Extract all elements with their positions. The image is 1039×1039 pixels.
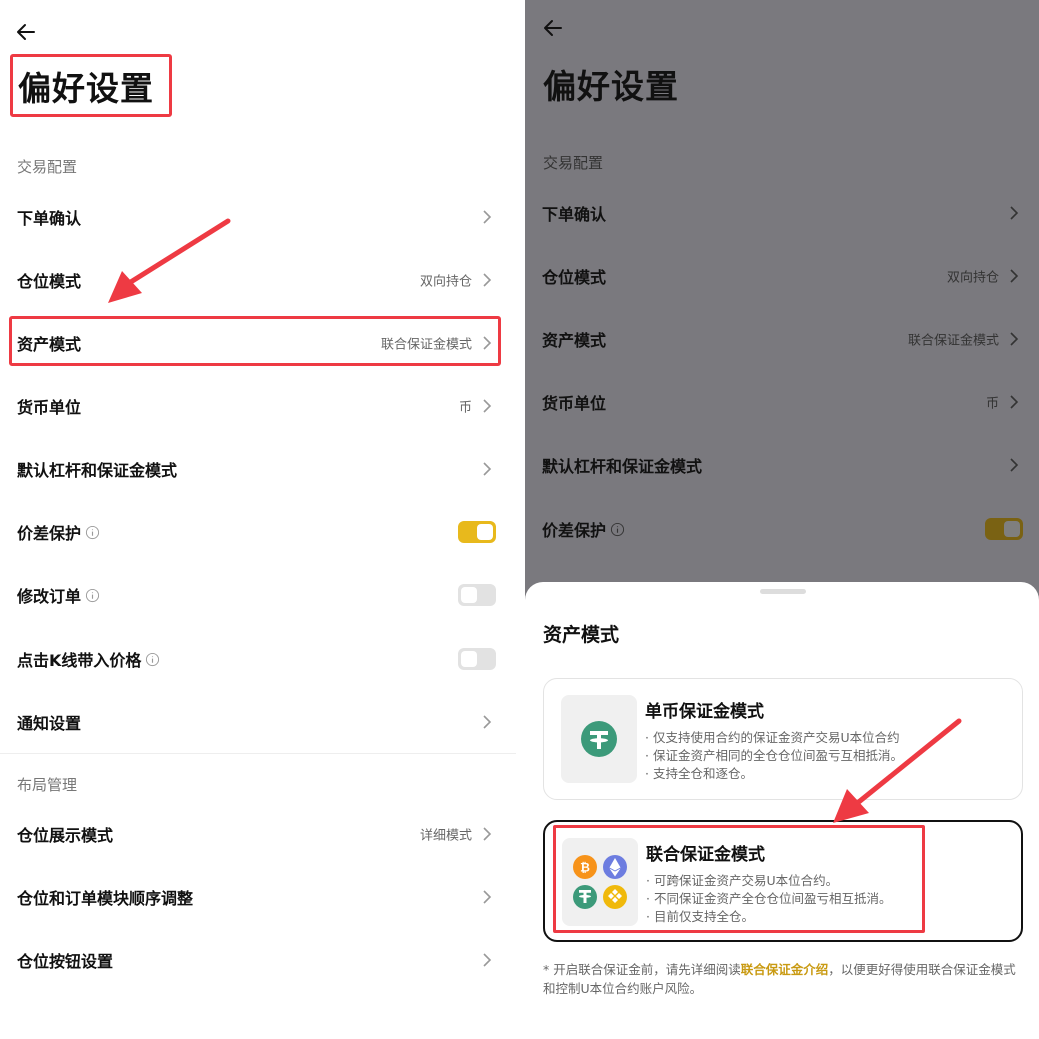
info-icon[interactable] bbox=[85, 525, 100, 540]
card-title: 单币保证金模式 bbox=[645, 702, 764, 722]
asset-mode-sheet: 资产模式 单币保证金模式 · 仅支持使用合约的保证金资产交易U本位合约 · 保证… bbox=[525, 582, 1039, 1039]
chevron-right-icon bbox=[1010, 206, 1019, 220]
single-asset-mode-card[interactable]: 单币保证金模式 · 仅支持使用合约的保证金资产交易U本位合约 · 保证金资产相同… bbox=[543, 678, 1023, 800]
toggle-knob bbox=[1004, 521, 1020, 537]
page-title: 偏好设置 bbox=[543, 67, 679, 106]
row-label: 通知设置 bbox=[17, 714, 82, 733]
row-label: 仓位展示模式 bbox=[17, 826, 114, 845]
row-label-text: 修改订单 bbox=[17, 587, 82, 606]
row-label: 下单确认 bbox=[17, 209, 82, 228]
right-screen: 偏好设置 交易配置 下单确认 仓位模式 双向持仓 资产模式 联合保证金模式 货币… bbox=[525, 0, 1039, 1039]
row-position-mode[interactable]: 仓位模式 双向持仓 bbox=[525, 251, 1039, 301]
row-label: 价差保护 bbox=[17, 520, 100, 544]
info-icon[interactable] bbox=[85, 588, 100, 603]
row-value: 币 bbox=[458, 400, 472, 416]
row-label: 价差保护 bbox=[542, 517, 625, 541]
chevron-right-icon bbox=[483, 715, 492, 729]
toggle-knob bbox=[477, 524, 493, 540]
chevron-right-icon bbox=[483, 953, 492, 967]
toggle-knob bbox=[461, 651, 477, 667]
row-asset-mode[interactable]: 资产模式 联合保证金模式 bbox=[525, 314, 1039, 364]
bullet-line: · 保证金资产相同的全仓仓位间盈亏互相抵消。 bbox=[645, 748, 903, 763]
card-bullets: · 仅支持使用合约的保证金资产交易U本位合约 · 保证金资产相同的全仓仓位间盈亏… bbox=[645, 729, 903, 783]
title-highlight-box bbox=[10, 54, 172, 117]
row-label: 默认杠杆和保证金模式 bbox=[542, 457, 703, 476]
info-icon[interactable] bbox=[610, 522, 625, 537]
row-position-mode[interactable]: 仓位模式 双向持仓 bbox=[0, 255, 512, 305]
section-divider bbox=[0, 753, 516, 754]
left-screen: 偏好设置 交易配置 下单确认 仓位模式 双向持仓 资产模式 联合保证金模式 货币… bbox=[0, 0, 520, 1039]
row-label: 货币单位 bbox=[17, 398, 82, 417]
section-trade-config: 交易配置 bbox=[543, 154, 604, 172]
chevron-right-icon bbox=[1010, 269, 1019, 283]
chevron-right-icon bbox=[1010, 395, 1019, 409]
row-value: 双向持仓 bbox=[419, 274, 472, 290]
row-label: 点击K线带入价格 bbox=[17, 647, 160, 671]
modify-order-toggle[interactable] bbox=[458, 584, 496, 606]
row-modify-order: 修改订单 bbox=[0, 570, 512, 620]
back-arrow-icon[interactable] bbox=[541, 16, 565, 40]
bullet-line: · 仅支持使用合约的保证金资产交易U本位合约 bbox=[645, 730, 900, 745]
row-price-protection: 价差保护 bbox=[525, 504, 1039, 554]
chevron-right-icon bbox=[483, 210, 492, 224]
price-protection-toggle[interactable] bbox=[985, 518, 1023, 540]
row-label: 资产模式 bbox=[542, 331, 607, 350]
chevron-right-icon bbox=[483, 462, 492, 476]
row-label: 货币单位 bbox=[542, 394, 607, 413]
sheet-title: 资产模式 bbox=[543, 624, 620, 646]
row-value: 联合保证金模式 bbox=[907, 333, 999, 349]
chevron-right-icon bbox=[1010, 458, 1019, 472]
back-arrow-icon[interactable] bbox=[14, 20, 38, 44]
row-module-order[interactable]: 仓位和订单模块顺序调整 bbox=[0, 872, 512, 922]
chevron-right-icon bbox=[483, 827, 492, 841]
row-default-leverage[interactable]: 默认杠杆和保证金模式 bbox=[0, 444, 512, 494]
row-value: 双向持仓 bbox=[946, 270, 999, 286]
bullet-line: · 支持全仓和逐仓。 bbox=[645, 766, 753, 781]
row-label: 仓位按钮设置 bbox=[17, 952, 114, 971]
row-label: 默认杠杆和保证金模式 bbox=[17, 461, 178, 480]
price-protection-toggle[interactable] bbox=[458, 521, 496, 543]
row-label: 仓位和订单模块顺序调整 bbox=[17, 889, 194, 908]
row-order-confirm[interactable]: 下单确认 bbox=[525, 188, 1039, 238]
row-label-text: 点击K线带入价格 bbox=[17, 651, 142, 670]
row-currency-unit[interactable]: 货币单位 币 bbox=[0, 381, 512, 431]
tether-icon bbox=[581, 721, 617, 757]
row-position-button-settings[interactable]: 仓位按钮设置 bbox=[0, 935, 512, 985]
row-label-text: 价差保护 bbox=[542, 521, 607, 540]
chevron-right-icon bbox=[483, 399, 492, 413]
row-price-protection: 价差保护 bbox=[0, 507, 512, 557]
sheet-drag-handle[interactable] bbox=[760, 589, 806, 594]
row-kline-price: 点击K线带入价格 bbox=[0, 634, 512, 684]
row-notification-settings[interactable]: 通知设置 bbox=[0, 697, 512, 747]
row-label: 修改订单 bbox=[17, 583, 100, 607]
chevron-right-icon bbox=[1010, 332, 1019, 346]
row-default-leverage[interactable]: 默认杠杆和保证金模式 bbox=[525, 440, 1039, 490]
row-label-text: 价差保护 bbox=[17, 524, 82, 543]
row-position-display-mode[interactable]: 仓位展示模式 详细模式 bbox=[0, 809, 512, 859]
info-icon[interactable] bbox=[145, 652, 160, 667]
row-currency-unit[interactable]: 货币单位 币 bbox=[525, 377, 1039, 427]
chevron-right-icon bbox=[483, 890, 492, 904]
row-label: 仓位模式 bbox=[542, 268, 607, 287]
row-order-confirm[interactable]: 下单确认 bbox=[0, 192, 512, 242]
row-value: 币 bbox=[985, 396, 999, 412]
multi-asset-note: * 开启联合保证金前，请先详细阅读联合保证金介绍，以便更好得使用联合保证金模式和… bbox=[543, 960, 1023, 998]
toggle-knob bbox=[461, 587, 477, 603]
asset-mode-highlight-box bbox=[9, 316, 501, 366]
section-layout-management: 布局管理 bbox=[17, 776, 78, 794]
section-trade-config: 交易配置 bbox=[17, 158, 78, 176]
row-label: 下单确认 bbox=[542, 205, 607, 224]
row-value: 详细模式 bbox=[419, 828, 472, 844]
note-prefix: * 开启联合保证金前，请先详细阅读 bbox=[543, 962, 741, 977]
kline-price-toggle[interactable] bbox=[458, 648, 496, 670]
multi-mode-highlight-box bbox=[553, 825, 925, 933]
row-label: 仓位模式 bbox=[17, 272, 82, 291]
single-mode-thumbnail bbox=[561, 695, 637, 783]
multi-asset-intro-link[interactable]: 联合保证金介绍 bbox=[741, 962, 829, 977]
chevron-right-icon bbox=[483, 273, 492, 287]
